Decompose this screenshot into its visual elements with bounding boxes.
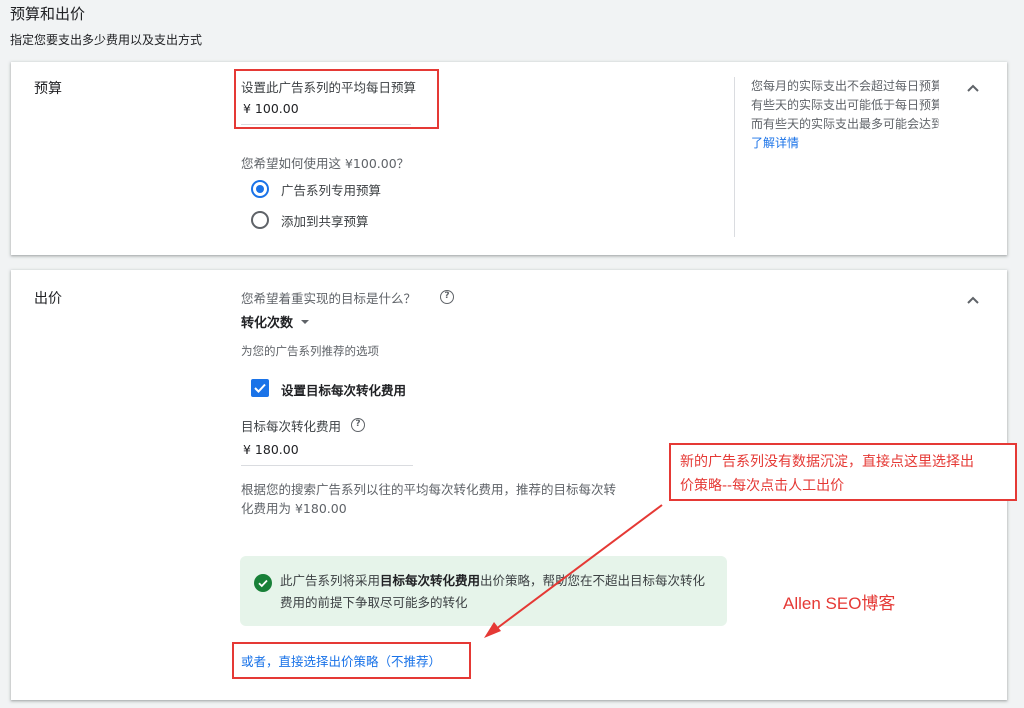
radio-label: 广告系列专用预算	[281, 182, 382, 198]
target-cpa-underline	[241, 465, 413, 466]
chevron-up-icon	[967, 84, 979, 92]
notice-text: 此广告系列将采用目标每次转化费用出价策略，帮助您在不超出目标每次转化费用的前提下…	[280, 570, 710, 614]
radio-label: 添加到共享预算	[281, 213, 369, 229]
budget-info-line: 有些天的实际支出可能低于每日预算，	[751, 98, 939, 112]
callout-text: 新的广告系列没有数据沉淀，直接点这里选择出 价策略--每次点击人工出价	[680, 450, 974, 498]
goal-dropdown[interactable]: 转化次数	[241, 312, 311, 331]
recommendation-text: 根据您的搜索广告系列以往的平均每次转化费用，推荐的目标每次转 化费用为 ¥180…	[241, 480, 616, 518]
callout-line: 价策略--每次点击人工出价	[680, 478, 845, 494]
collapse-budget-button[interactable]	[963, 78, 983, 98]
brand-watermark: Allen SEO博客	[783, 594, 896, 613]
budget-info-line: 而有些天的实际支出最多可能会达到	[751, 117, 939, 131]
radio-unselected-icon[interactable]	[251, 211, 269, 229]
page-title: 预算和出价	[10, 5, 86, 23]
budget-highlight-box	[234, 69, 439, 129]
budget-usage-question: 您希望如何使用这 ¥100.00？	[241, 156, 410, 171]
budget-card: 预算 设置此广告系列的平均每日预算 ¥ 100.00 您希望如何使用这 ¥100…	[11, 62, 1007, 255]
collapse-bidding-button[interactable]	[963, 290, 983, 310]
target-cpa-checkbox-label: 设置目标每次转化费用	[281, 383, 407, 398]
radio-selected-icon[interactable]	[251, 180, 269, 198]
chevron-up-icon	[967, 296, 979, 304]
notice-text-pre: 此广告系列将采用	[280, 573, 381, 588]
radio-shared-budget[interactable]: 添加到共享预算	[251, 210, 369, 230]
radio-dedicated-budget[interactable]: 广告系列专用预算	[251, 179, 381, 199]
budget-info-line: 您每月的实际支出不会超过每日预算	[751, 79, 939, 93]
notice-text-bold: 目标每次转化费用	[380, 573, 481, 588]
strategy-notice: 此广告系列将采用目标每次转化费用出价策略，帮助您在不超出目标每次转化费用的前提下…	[240, 556, 727, 626]
dropdown-arrow-icon	[301, 319, 310, 324]
checkmark-icon	[254, 383, 266, 393]
callout-line: 新的广告系列没有数据沉淀，直接点这里选择出	[680, 454, 974, 470]
budget-info-panel: 您每月的实际支出不会超过每日预算 有些天的实际支出可能低于每日预算， 而有些天的…	[734, 77, 939, 237]
target-cpa-label: 目标每次转化费用	[241, 419, 342, 434]
check-circle-icon	[254, 574, 272, 592]
budget-section-title: 预算	[34, 81, 62, 97]
page-subtitle: 指定您要支出多少费用以及支出方式	[10, 33, 203, 47]
target-cpa-input[interactable]: ¥ 180.00	[243, 442, 299, 457]
target-cpa-checkbox[interactable]	[251, 379, 269, 397]
help-icon[interactable]: ?	[351, 418, 365, 432]
recommendation-line: 化费用为 ¥180.00	[241, 501, 347, 516]
help-icon[interactable]: ?	[440, 290, 454, 304]
recommended-hint: 为您的广告系列推荐的选项	[241, 344, 379, 358]
goal-dropdown-value: 转化次数	[241, 316, 294, 331]
goal-question: 您希望着重实现的目标是什么？	[241, 291, 417, 306]
strategy-link-highlight-box	[232, 642, 471, 679]
recommendation-line: 根据您的搜索广告系列以往的平均每次转化费用，推荐的目标每次转	[241, 482, 617, 497]
bidding-section-title: 出价	[34, 291, 62, 307]
learn-more-link[interactable]: 了解详情	[751, 134, 939, 153]
